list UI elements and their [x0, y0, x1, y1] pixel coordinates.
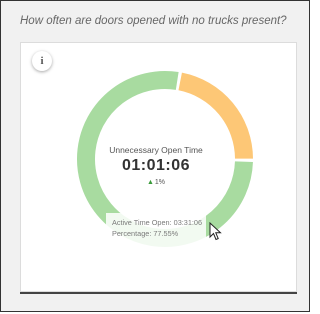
- center-label: Unnecessary Open Time: [109, 145, 203, 155]
- center-delta: ▲1%: [96, 179, 216, 186]
- up-arrow-icon: ▲: [146, 179, 154, 186]
- mouse-pointer-icon: [209, 222, 222, 241]
- tooltip-line-2: Percentage: 77.55%: [112, 229, 179, 238]
- tooltip-line-1: Active Time Open: 03:31:06: [112, 218, 203, 227]
- center-delta-value: 1%: [154, 179, 166, 186]
- center-value: 01:01:06: [121, 157, 191, 174]
- chart-tooltip: Active Time Open: 03:31:06 Percentage: 7…: [106, 213, 206, 247]
